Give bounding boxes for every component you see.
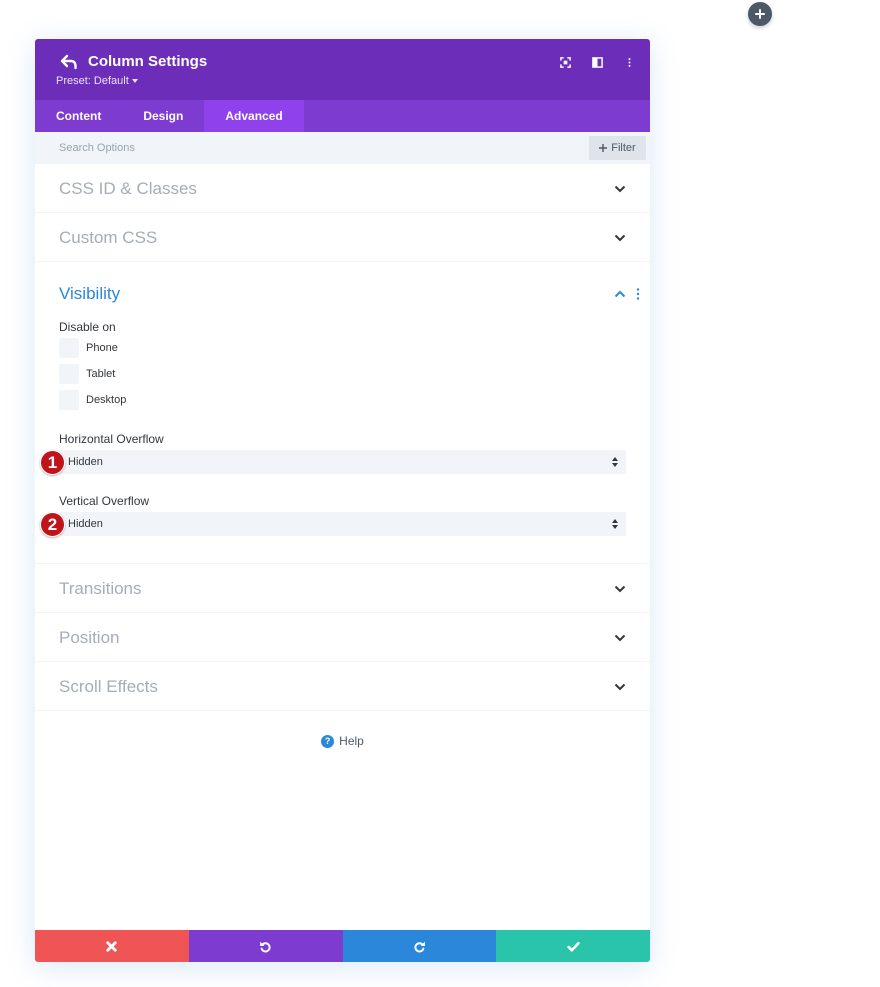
back-arrow-icon[interactable] — [60, 54, 78, 70]
select-value: Hidden — [68, 518, 103, 530]
caret-down-icon — [131, 79, 138, 83]
undo-icon — [260, 941, 271, 952]
section-scroll-effects[interactable]: Scroll Effects — [35, 662, 650, 711]
select-value: Hidden — [68, 456, 103, 468]
search-input[interactable]: Search Options — [59, 142, 135, 154]
section-transitions[interactable]: Transitions — [35, 564, 650, 613]
more-options-icon[interactable] — [622, 55, 636, 69]
help-link[interactable]: ? Help — [35, 734, 650, 748]
tab-advanced[interactable]: Advanced — [204, 100, 304, 132]
checkbox-tablet[interactable]: Tablet — [59, 364, 115, 384]
help-label: Help — [339, 734, 364, 748]
save-check-icon — [566, 941, 580, 952]
modal-title: Column Settings — [88, 53, 208, 70]
vertical-overflow-select[interactable]: Hidden — [59, 512, 626, 536]
fullscreen-icon[interactable] — [558, 55, 572, 69]
horizontal-overflow-label: Horizontal Overflow — [59, 432, 164, 446]
tab-design[interactable]: Design — [122, 100, 204, 132]
section-title: Scroll Effects — [59, 677, 158, 696]
annotation-marker-1: 1 — [40, 450, 65, 475]
section-title: Transitions — [59, 579, 142, 598]
chevron-down-icon — [614, 185, 626, 193]
preset-dropdown[interactable]: Preset: Default — [56, 75, 138, 87]
settings-modal: Column Settings Preset: Default Content … — [35, 39, 650, 962]
chevron-down-icon — [614, 234, 626, 242]
plus-icon — [599, 144, 608, 152]
checkbox-desktop[interactable]: Desktop — [59, 390, 126, 410]
section-css-id-classes[interactable]: CSS ID & Classes — [35, 164, 650, 213]
select-arrows-icon — [612, 519, 618, 529]
help-icon: ? — [321, 734, 335, 748]
tab-content[interactable]: Content — [35, 100, 122, 132]
section-position[interactable]: Position — [35, 613, 650, 662]
modal-footer — [35, 930, 650, 962]
redo-icon — [414, 941, 425, 952]
select-arrows-icon — [612, 457, 618, 467]
save-button[interactable] — [496, 930, 650, 962]
annotation-marker-2: 2 — [40, 512, 65, 537]
chevron-up-icon[interactable] — [614, 290, 626, 298]
section-menu-icon[interactable] — [636, 288, 640, 300]
horizontal-overflow-select[interactable]: Hidden — [59, 450, 626, 474]
header-actions — [558, 55, 636, 69]
section-visibility: Visibility Disable on Phone Tablet Deskt… — [35, 262, 650, 564]
checkbox-label: Phone — [86, 342, 118, 354]
section-title: CSS ID & Classes — [59, 179, 197, 198]
checkbox-label: Tablet — [86, 368, 116, 380]
preset-label: Preset: Default — [56, 75, 129, 87]
search-bar: Search Options Filter — [35, 132, 650, 164]
modal-header: Column Settings Preset: Default — [35, 39, 650, 100]
filter-label: Filter — [611, 142, 636, 154]
split-view-icon[interactable] — [590, 55, 604, 69]
section-title: Position — [59, 628, 120, 647]
disable-on-label: Disable on — [59, 320, 116, 334]
chevron-down-icon — [614, 585, 626, 593]
plus-icon — [755, 9, 765, 19]
vertical-overflow-label: Vertical Overflow — [59, 494, 150, 508]
add-row-button[interactable] — [748, 2, 772, 26]
checkbox[interactable] — [59, 338, 79, 358]
checkbox[interactable] — [59, 390, 79, 410]
section-custom-css[interactable]: Custom CSS — [35, 213, 650, 262]
section-title[interactable]: Visibility — [59, 284, 120, 304]
checkbox-phone[interactable]: Phone — [59, 338, 118, 358]
checkbox-label: Desktop — [86, 394, 127, 406]
chevron-down-icon — [614, 683, 626, 691]
section-title: Custom CSS — [59, 228, 158, 247]
discard-button[interactable] — [35, 930, 189, 962]
chevron-down-icon — [614, 634, 626, 642]
redo-button[interactable] — [342, 930, 497, 962]
undo-button[interactable] — [188, 930, 343, 962]
discard-icon — [106, 940, 118, 952]
tab-bar: Content Design Advanced — [35, 100, 650, 132]
filter-button[interactable]: Filter — [589, 136, 646, 160]
checkbox[interactable] — [59, 364, 79, 384]
builder-canvas: Column Settings Preset: Default Content … — [0, 0, 880, 987]
